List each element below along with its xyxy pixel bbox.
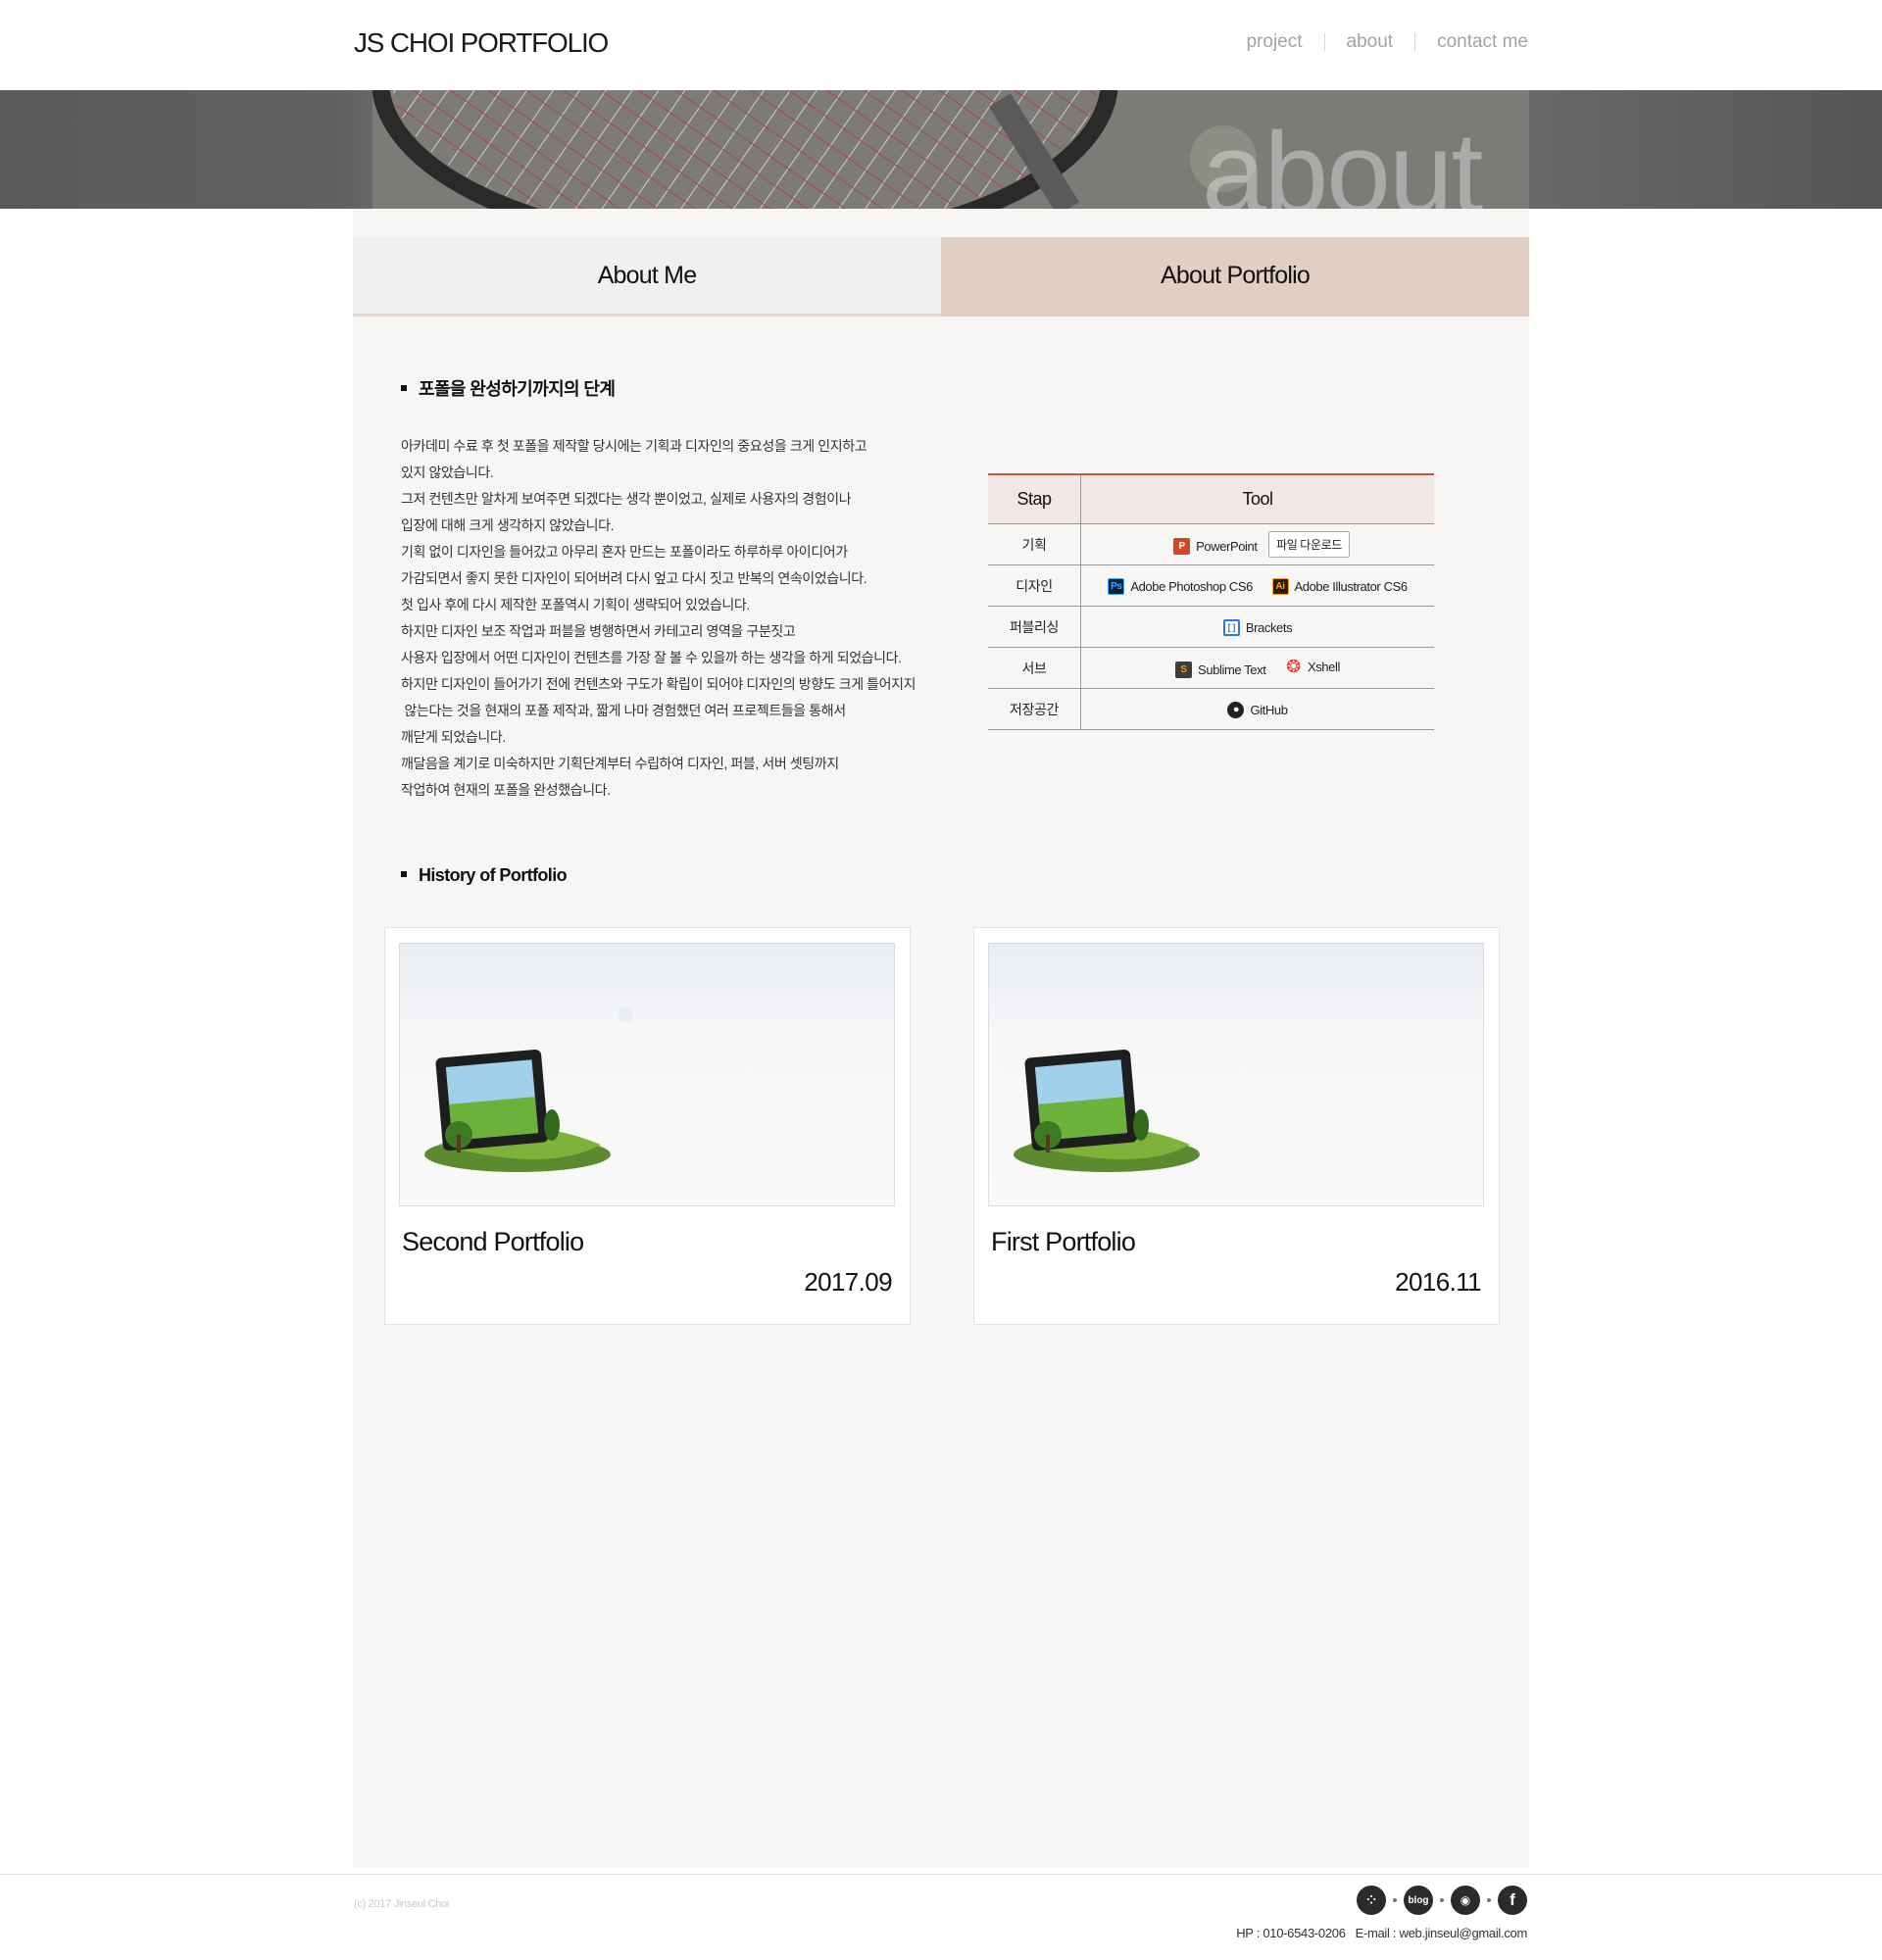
step-cell: 저장공간: [988, 688, 1081, 730]
tool-item: Ps Adobe Photoshop CS6: [1108, 578, 1253, 595]
process-description: 아카데미 수료 후 첫 포폴을 제작할 당시에는 기획과 디자인의 중요성을 크…: [401, 433, 950, 804]
step-cell: 기획: [988, 523, 1081, 565]
tool-item: ❂ Xshell: [1285, 656, 1340, 676]
tool-item: Ai Adobe Illustrator CS6: [1271, 578, 1409, 595]
card-date: 2016.11: [1395, 1267, 1481, 1297]
description-line: 기획 없이 디자인을 들어갔고 아무리 혼자 만드는 포폴이라도 하루하루 아이…: [401, 544, 848, 560]
copyright-text: (c) 2017 Jinseul Choi: [354, 1898, 450, 1910]
card-date: 2017.09: [804, 1267, 892, 1297]
description-line: 입장에 대해 크게 생각하지 않았습니다.: [401, 517, 615, 533]
table-row: 퍼블리싱 [ ] Brackets: [988, 606, 1434, 648]
tool-cell: ● GitHub: [1080, 688, 1434, 730]
description-line: 작업하여 현재의 포폴을 완성했습니다.: [401, 782, 611, 798]
facebook-icon[interactable]: f: [1498, 1886, 1527, 1915]
table-row: 디자인 Ps Adobe Photoshop CS6 Ai Adobe Illu…: [988, 564, 1434, 607]
xshell-icon: ❂: [1286, 656, 1301, 676]
monitor-landscape-image: [1014, 1049, 1200, 1172]
description-line: 깨달음을 계기로 미숙하지만 기획단계부터 수립하여 디자인, 퍼블, 서버 셋…: [401, 756, 839, 771]
tool-item: P PowerPoint: [1173, 538, 1258, 555]
content-panel: About Me About Portfolio 포폴을 완성하기까지의 단계 …: [353, 209, 1529, 1867]
tab-about-portfolio[interactable]: About Portfolio: [941, 237, 1529, 317]
description-line: 않는다는 것을 현재의 포폴 제작과, 짧게 나마 경험했던 여러 프로젝트들을…: [401, 703, 846, 718]
blog-icon[interactable]: blog: [1404, 1886, 1433, 1915]
nav-contact[interactable]: contact me: [1414, 32, 1528, 51]
tool-name: Xshell: [1307, 659, 1340, 674]
column-header-tool: Tool: [1080, 474, 1434, 524]
description-line: 하지만 디자인이 들어가기 전에 컨텐츠와 구도가 확립이 되어야 디자인의 방…: [401, 676, 916, 692]
portfolio-thumbnail[interactable]: [399, 943, 895, 1206]
tool-name: PowerPoint: [1196, 539, 1258, 554]
step-cell: 서브: [988, 647, 1081, 689]
table-row: 저장공간 ● GitHub: [988, 688, 1434, 730]
card-title: Second Portfolio: [402, 1227, 584, 1256]
section-title-steps: 포폴을 완성하기까지의 단계: [401, 375, 616, 401]
tab-bar: About Me About Portfolio: [353, 237, 1529, 317]
github-icon[interactable]: ◉: [1451, 1886, 1480, 1915]
file-download-button[interactable]: 파일 다운로드: [1268, 531, 1350, 558]
brackets-icon: [ ]: [1222, 618, 1240, 636]
tool-table-header: Stap Tool: [988, 474, 1434, 524]
tool-name: Adobe Illustrator CS6: [1294, 579, 1409, 594]
photoshop-icon: Ps: [1108, 578, 1125, 595]
tool-item: S Sublime Text: [1175, 661, 1266, 678]
separator-dot: [1440, 1898, 1444, 1902]
description-line: 그저 컨텐츠만 알차게 보여주면 되겠다는 생각 뿐이었고, 실제로 사용자의 …: [401, 491, 852, 507]
sublime-icon: S: [1175, 661, 1193, 678]
step-cell: 퍼블리싱: [988, 606, 1081, 648]
tool-name: GitHub: [1250, 702, 1288, 717]
nav-project[interactable]: project: [1224, 32, 1323, 51]
description-line: 있지 않았습니다.: [401, 465, 494, 480]
tool-name: Brackets: [1245, 619, 1293, 635]
description-line: 아카데미 수료 후 첫 포폴을 제작할 당시에는 기획과 디자인의 중요성을 크…: [401, 438, 867, 454]
step-cell: 디자인: [988, 564, 1081, 607]
hero-heading: about: [1202, 109, 1483, 209]
separator-dot: [1487, 1898, 1491, 1902]
tab-about-me[interactable]: About Me: [353, 237, 941, 317]
portfolio-thumbnail[interactable]: [988, 943, 1484, 1206]
illustrator-icon: Ai: [1271, 578, 1289, 595]
description-line: 가감되면서 좋지 못한 디자인이 되어버려 다시 엎고 다시 짓고 반복의 연속…: [401, 570, 867, 586]
section-title-history: History of Portfolio: [401, 865, 568, 886]
site-logo[interactable]: JS CHOI PORTFOLIO: [354, 27, 609, 59]
footer-divider: [0, 1874, 1882, 1875]
tool-cell: [ ] Brackets: [1080, 606, 1434, 648]
tennis-racket-illustration: [371, 90, 1529, 209]
hero-banner: about: [0, 90, 1882, 209]
main-nav: project about contact me: [1224, 32, 1528, 51]
social-links: ⁘ blog ◉ f: [1357, 1886, 1527, 1915]
tool-table: Stap Tool 기획 P PowerPoint 파일 다운로드 디자인 Ps…: [988, 473, 1434, 730]
table-row: 서브 S Sublime Text ❂ Xshell: [988, 647, 1434, 689]
contact-info: HP : 010-6543-0206 E-mail : web.jinseul@…: [1236, 1926, 1527, 1940]
github-icon: ●: [1227, 701, 1245, 718]
separator-dot: [1393, 1898, 1397, 1902]
nav-about[interactable]: about: [1323, 32, 1415, 51]
tool-item: [ ] Brackets: [1222, 618, 1293, 636]
description-line: 하지만 디자인 보조 작업과 퍼블을 병행하면서 카테고리 영역을 구분짓고: [401, 623, 796, 639]
tool-cell: S Sublime Text ❂ Xshell: [1080, 647, 1434, 689]
description-line: 사용자 입장에서 어떤 디자인이 컨텐츠를 가장 잘 볼 수 있을까 하는 생각…: [401, 650, 902, 665]
tool-name: Adobe Photoshop CS6: [1130, 579, 1253, 594]
description-line: 첫 입사 후에 다시 제작한 포폴역시 기획이 생략되어 있었습니다.: [401, 597, 750, 612]
tool-name: Sublime Text: [1198, 662, 1266, 677]
tool-item: ● GitHub: [1227, 701, 1288, 718]
tool-cell: Ps Adobe Photoshop CS6 Ai Adobe Illustra…: [1080, 564, 1434, 607]
portfolio-card[interactable]: Second Portfolio 2017.09: [384, 927, 911, 1325]
portfolio-card[interactable]: First Portfolio 2016.11: [973, 927, 1500, 1325]
tool-cell: P PowerPoint 파일 다운로드: [1080, 523, 1434, 565]
powerpoint-icon: P: [1173, 538, 1191, 555]
monitor-landscape-image: [424, 1006, 633, 1172]
column-header-step: Stap: [988, 474, 1081, 524]
card-title: First Portfolio: [991, 1227, 1136, 1256]
site-header: JS CHOI PORTFOLIO project about contact …: [0, 0, 1882, 90]
description-line: 깨닫게 되었습니다.: [401, 729, 506, 745]
dots-icon[interactable]: ⁘: [1357, 1886, 1386, 1915]
table-row: 기획 P PowerPoint 파일 다운로드: [988, 523, 1434, 565]
